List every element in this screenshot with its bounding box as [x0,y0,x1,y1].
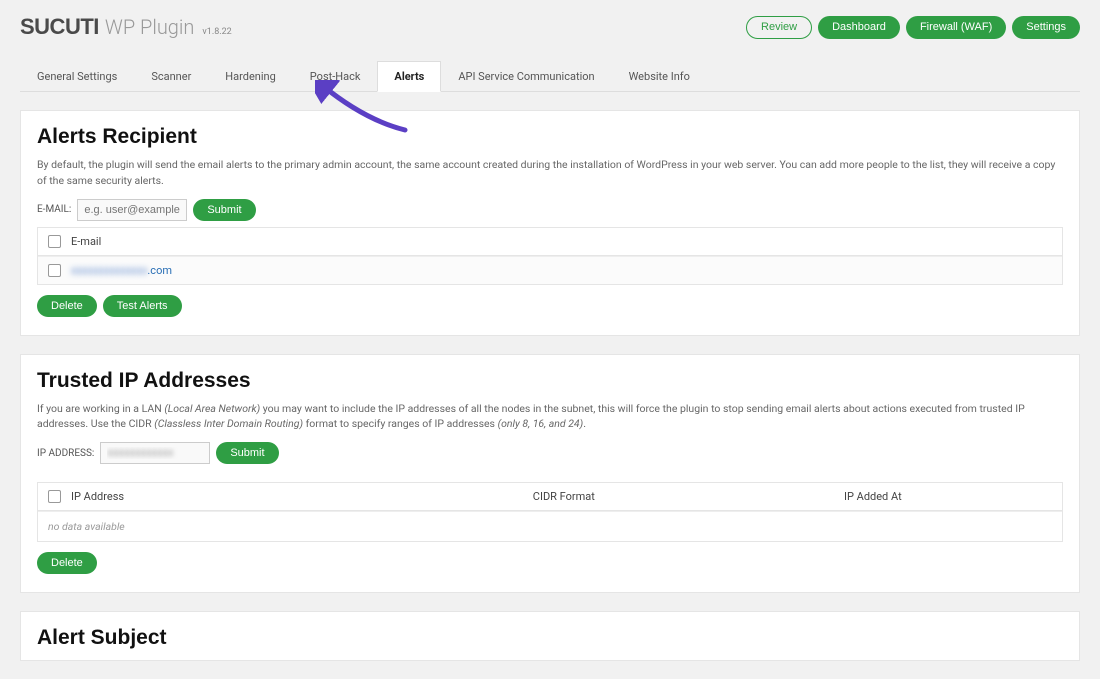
tab-api[interactable]: API Service Communication [441,61,611,92]
review-button[interactable]: Review [746,16,812,39]
tab-posthack[interactable]: Post-Hack [293,61,378,92]
ip-table-empty: no data available [38,511,1062,541]
tab-scanner[interactable]: Scanner [134,61,208,92]
ip-th-addr: IP Address [71,490,523,503]
test-alerts-button[interactable]: Test Alerts [103,295,182,317]
email-select-all-checkbox[interactable] [48,235,61,248]
email-suffix: .com [147,264,172,277]
alerts-recipient-desc: By default, the plugin will send the ema… [37,157,1063,189]
firewall-button[interactable]: Firewall (WAF) [906,16,1006,39]
tab-website[interactable]: Website Info [612,61,707,92]
dashboard-button[interactable]: Dashboard [818,16,900,39]
trusted-ip-panel: Trusted IP Addresses If you are working … [20,354,1080,594]
tab-general[interactable]: General Settings [20,61,134,92]
tab-hardening[interactable]: Hardening [208,61,293,92]
trusted-ip-title: Trusted IP Addresses [37,369,1063,393]
ip-input[interactable] [100,442,210,464]
brand-version: v1.8.22 [202,27,231,37]
email-th: E-mail [71,235,101,248]
table-row: xxxxxxxxxxxxxx.com [38,256,1062,284]
trusted-ip-desc: If you are working in a LAN (Local Area … [37,401,1063,433]
alerts-recipient-panel: Alerts Recipient By default, the plugin … [20,110,1080,336]
ip-th-added: IP Added At [844,490,1095,503]
tab-alerts[interactable]: Alerts [377,61,441,92]
ip-label: IP ADDRESS: [37,448,94,459]
settings-tabs: General Settings Scanner Hardening Post-… [20,60,1080,92]
alert-subject-panel: Alert Subject [20,611,1080,661]
ip-th-cidr: CIDR Format [533,490,834,503]
email-submit-button[interactable]: Submit [193,199,255,221]
alert-subject-title: Alert Subject [37,626,1063,650]
ip-submit-button[interactable]: Submit [216,442,278,464]
email-input[interactable] [77,199,187,221]
ip-delete-button[interactable]: Delete [37,552,97,574]
ip-table: IP Address CIDR Format IP Added At no da… [37,482,1063,542]
brand-logo: SUCUTI [20,14,99,40]
settings-button[interactable]: Settings [1012,16,1080,39]
email-table: E-mail xxxxxxxxxxxxxx.com [37,227,1063,285]
email-delete-button[interactable]: Delete [37,295,97,317]
brand-subtitle: WP Plugin [105,15,195,39]
email-row-checkbox[interactable] [48,264,61,277]
redacted-email-prefix: xxxxxxxxxxxxxx [71,264,147,277]
alerts-recipient-title: Alerts Recipient [37,125,1063,149]
ip-select-all-checkbox[interactable] [48,490,61,503]
email-label: E-MAIL: [37,204,71,215]
